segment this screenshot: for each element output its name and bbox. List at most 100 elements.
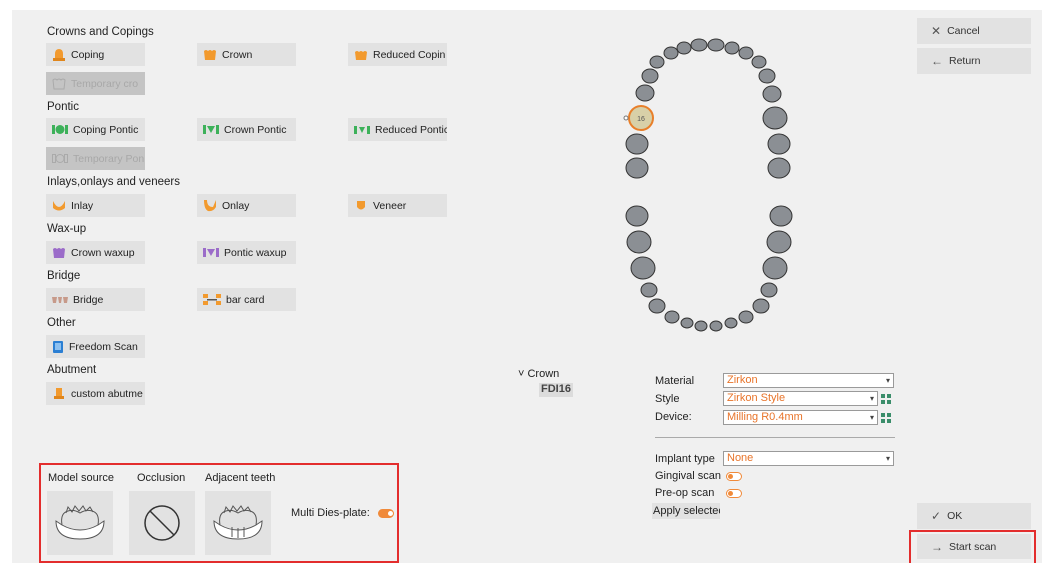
- coping-pontic-option[interactable]: Coping Pontic: [46, 118, 145, 141]
- tooth-45[interactable]: [640, 282, 658, 298]
- style-select[interactable]: Zirkon Style ▾: [723, 391, 878, 406]
- tooth-31[interactable]: [709, 320, 723, 332]
- dropdown-arrow-icon: ▾: [869, 413, 874, 422]
- bridge-option[interactable]: Bridge: [46, 288, 145, 311]
- tooth-47[interactable]: [626, 230, 652, 254]
- tooth-24[interactable]: [751, 55, 767, 69]
- selection-type-label: Crown: [527, 368, 560, 380]
- tooth-38[interactable]: [769, 205, 793, 227]
- section-abutment: Abutment: [47, 364, 97, 376]
- coping-option[interactable]: Coping: [46, 43, 145, 66]
- coping-pontic-label: Coping Pontic: [73, 123, 139, 136]
- device-select[interactable]: Milling R0.4mm ▾: [723, 410, 878, 425]
- crown-option[interactable]: Crown: [197, 43, 296, 66]
- implant-type-select[interactable]: None ▾: [723, 451, 894, 466]
- occlusion-label: Occlusion: [137, 472, 186, 484]
- tooth-28[interactable]: [767, 133, 791, 155]
- temporary-crown-option[interactable]: Temporary cro: [46, 72, 145, 95]
- custom-abutment-option[interactable]: custom abutme: [46, 382, 145, 405]
- tooth-32[interactable]: [724, 317, 738, 329]
- tooth-22[interactable]: [724, 41, 740, 55]
- section-pontic: Pontic: [47, 101, 79, 113]
- temporary-crown-label: Temporary cro: [71, 77, 139, 90]
- tooth-11[interactable]: [690, 38, 708, 52]
- tooth-33[interactable]: [738, 310, 754, 324]
- bridge-label: Bridge: [73, 293, 104, 306]
- tooth-29[interactable]: [767, 157, 791, 179]
- style-settings-icon[interactable]: [881, 394, 891, 404]
- reduced-pontic-icon: [354, 126, 370, 134]
- onlay-option[interactable]: Onlay: [197, 194, 296, 217]
- tooth-25[interactable]: [758, 68, 776, 84]
- tooth-43[interactable]: [664, 310, 680, 324]
- tooth-14[interactable]: [641, 68, 659, 84]
- selection-tooth[interactable]: FDI16: [539, 383, 573, 397]
- preop-scan-toggle[interactable]: [726, 489, 742, 498]
- custom-abutment-label: custom abutme: [71, 387, 143, 400]
- crown-pontic-icon: [203, 125, 219, 134]
- tooth-44[interactable]: [648, 298, 666, 314]
- tooth-18[interactable]: [663, 46, 679, 60]
- occlusion-button[interactable]: [129, 491, 195, 555]
- inlay-option[interactable]: Inlay: [46, 194, 145, 217]
- multi-dies-plate-toggle[interactable]: [378, 509, 394, 518]
- tooth-36[interactable]: [762, 256, 788, 280]
- veneer-option[interactable]: Veneer: [348, 194, 447, 217]
- tooth-23[interactable]: [738, 46, 754, 60]
- tooth-26[interactable]: [762, 85, 782, 103]
- tooth-46[interactable]: [630, 256, 656, 280]
- close-icon: ✕: [931, 24, 942, 38]
- reduced-pontic-option[interactable]: Reduced Pontic: [348, 118, 447, 141]
- section-waxup: Wax-up: [47, 223, 87, 235]
- temporary-crown-icon: [52, 78, 66, 90]
- device-settings-icon[interactable]: [881, 413, 891, 423]
- tooth-21[interactable]: [707, 38, 725, 52]
- model-source-button[interactable]: [47, 491, 113, 555]
- tooth-15[interactable]: [635, 84, 655, 102]
- freedom-scan-option[interactable]: Freedom Scan: [46, 335, 145, 358]
- freedom-scan-icon: [53, 340, 63, 353]
- coping-icon: [53, 49, 65, 61]
- bar-card-label: bar card: [226, 293, 265, 306]
- pontic-waxup-option[interactable]: Pontic waxup: [197, 241, 296, 264]
- temporary-pontic-option[interactable]: Temporary Pon: [46, 147, 145, 170]
- cancel-label: Cancel: [947, 25, 980, 37]
- implant-type-value: None: [727, 452, 754, 464]
- onlay-label: Onlay: [222, 199, 250, 212]
- device-label: Device:: [655, 411, 692, 423]
- material-select[interactable]: Zirkon ▾: [723, 373, 894, 388]
- tooth-48[interactable]: [625, 205, 649, 227]
- cancel-button[interactable]: ✕ Cancel: [917, 18, 1031, 44]
- tooth-17[interactable]: [625, 133, 649, 155]
- jaw-model-icon: [55, 505, 105, 540]
- bridge-icon: [52, 297, 68, 303]
- tooth-34[interactable]: [752, 298, 770, 314]
- tooth-37[interactable]: [766, 230, 792, 254]
- veneer-icon: [357, 201, 365, 210]
- section-bridge: Bridge: [47, 270, 81, 282]
- freedom-scan-label: Freedom Scan: [69, 340, 138, 353]
- tooth-13[interactable]: [649, 55, 665, 69]
- reduced-coping-option[interactable]: Reduced Copin: [348, 43, 447, 66]
- return-button[interactable]: ← Return: [917, 48, 1031, 74]
- tooth-27[interactable]: [762, 106, 788, 130]
- tooth-12[interactable]: [676, 41, 692, 55]
- crown-waxup-option[interactable]: Crown waxup: [46, 241, 145, 264]
- crown-pontic-option[interactable]: Crown Pontic: [197, 118, 296, 141]
- tooth-chart[interactable]: 16: [615, 38, 805, 338]
- adjacent-teeth-button[interactable]: [205, 491, 271, 555]
- tooth-41[interactable]: [694, 320, 708, 332]
- temporary-pontic-icon: [52, 154, 68, 163]
- reduced-pontic-label: Reduced Pontic: [375, 123, 447, 136]
- device-value: Milling R0.4mm: [727, 411, 803, 423]
- tooth-18b[interactable]: [625, 157, 649, 179]
- bar-card-option[interactable]: bar card: [197, 288, 296, 311]
- ok-button[interactable]: ✓ OK: [917, 503, 1031, 529]
- tooth-42[interactable]: [680, 317, 694, 329]
- selection-type[interactable]: ˅ Crown: [518, 368, 559, 380]
- apply-selected-button[interactable]: Apply selectec: [652, 503, 720, 519]
- crown-waxup-label: Crown waxup: [71, 246, 135, 259]
- tooth-35[interactable]: [760, 282, 778, 298]
- gingival-scan-toggle[interactable]: [726, 472, 742, 481]
- pontic-waxup-icon: [203, 248, 219, 257]
